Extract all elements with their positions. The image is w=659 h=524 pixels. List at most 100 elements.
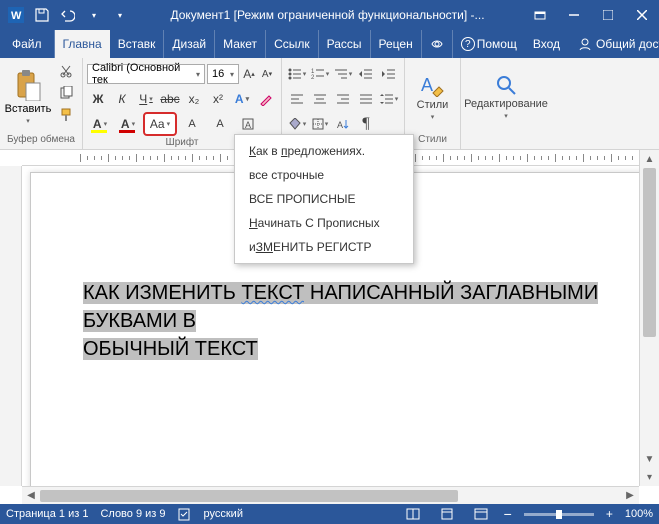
title-bar: W ▾ ▾ Документ1 [Режим ограниченной функ… [0,0,659,30]
strike-button[interactable]: abc [159,89,181,109]
underline-button[interactable]: Ч▾ [135,89,157,109]
svg-text:A: A [245,120,251,130]
align-center-icon[interactable] [309,89,331,109]
tab-layout[interactable]: Макет [215,30,266,58]
paste-label: Вставить [5,103,52,115]
document-text[interactable]: КАК ИЗМЕНИТЬ ТЕКСТ НАПИСАННЫЙ ЗАГЛАВНЫМИ… [83,279,609,363]
copy-icon[interactable] [56,84,76,102]
styles-button[interactable]: A Стили ▾ [417,60,449,133]
sort-icon[interactable]: A [332,114,354,134]
vertical-ruler[interactable] [0,166,22,486]
scroll-up-icon[interactable]: ▲ [640,150,659,168]
tab-home[interactable]: Главна [55,30,110,58]
justify-icon[interactable] [355,89,377,109]
status-words[interactable]: Слово 9 из 9 [100,508,165,520]
horizontal-scrollbar[interactable]: ◀ ▶ [22,486,639,504]
status-page[interactable]: Страница 1 из 1 [6,508,88,520]
paste-button[interactable]: Вставить ▾ [4,60,52,133]
multilevel-button[interactable]: ▾ [332,64,354,84]
scroll-down-icon[interactable]: ▼ [640,450,659,468]
web-layout-icon[interactable] [470,506,492,522]
print-layout-icon[interactable] [436,506,458,522]
case-upper[interactable]: ВСЕ ПРОПИСНЫЕ [235,187,413,211]
editing-button[interactable]: Редактирование ▾ [464,60,548,133]
format-painter-icon[interactable] [56,106,76,124]
grow-font-icon[interactable]: A▴ [241,64,257,84]
lightbulb-icon: ? [461,37,475,51]
quick-access-toolbar: W ▾ ▾ [0,3,132,27]
font-color-button[interactable]: А▾ [115,114,141,134]
case-capitalize[interactable]: Начинать С Прописных [235,211,413,235]
zoom-slider[interactable] [524,513,594,516]
redo-icon[interactable]: ▾ [82,3,106,27]
tab-insert[interactable]: Вставк [110,30,165,58]
tab-file[interactable]: Файл [0,30,55,58]
decrease-indent-icon[interactable] [355,64,377,84]
show-marks-icon[interactable]: ¶ [355,114,377,134]
zoom-knob[interactable] [556,510,562,519]
superscript-button[interactable]: x² [207,89,229,109]
case-lower[interactable]: все строчные [235,163,413,187]
save-icon[interactable] [30,3,54,27]
increase-indent-icon[interactable] [378,64,400,84]
case-toggle[interactable]: иЗМЕНИТЬ РЕГИСТР [235,235,413,259]
borders-button[interactable]: ▾ [309,114,331,134]
group-editing: Редактирование ▾ [461,58,551,149]
zoom-in-button[interactable]: + [606,507,613,521]
change-case-button[interactable]: Aa▾ [143,112,177,136]
close-icon[interactable] [625,0,659,30]
scroll-right-icon[interactable]: ▶ [621,490,639,501]
tab-tell-me[interactable]: ?Помощ [453,30,525,58]
status-language[interactable]: русский [204,508,243,520]
zoom-out-button[interactable]: − [504,506,512,522]
maximize-icon[interactable] [591,0,625,30]
align-right-icon[interactable] [332,89,354,109]
zoom-level[interactable]: 100% [625,508,653,520]
clear-formatting-icon[interactable] [255,89,277,109]
read-mode-icon[interactable] [402,506,424,522]
vertical-scrollbar[interactable]: ▲ ▼ ▾ [639,150,659,486]
tab-design[interactable]: Дизай [164,30,215,58]
cut-icon[interactable] [56,62,76,80]
minimize-icon[interactable] [557,0,591,30]
italic-button[interactable]: К [111,89,133,109]
line-spacing-icon[interactable]: ▾ [378,89,400,109]
tell-me-label: Помощ [477,37,517,51]
group-clipboard: Вставить ▾ Буфер обмена [0,58,83,149]
scroll-thumb-v[interactable] [643,168,656,337]
signin-link[interactable]: Вход [525,30,568,58]
ribbon-display-icon[interactable] [523,0,557,30]
window-controls [523,0,659,30]
status-proofing-icon[interactable] [178,507,192,521]
bold-button[interactable]: Ж [87,89,109,109]
text-effects-button[interactable]: A▾ [231,89,253,109]
undo-icon[interactable] [56,3,80,27]
highlight-color-button[interactable]: A▾ [87,114,113,134]
char-shading-a2[interactable]: A [207,114,233,134]
shrink-font-icon[interactable]: A▾ [259,64,275,84]
char-shading-a1[interactable]: A [179,114,205,134]
browse-object-icon[interactable]: ▾ [640,468,659,486]
bullets-button[interactable]: ▾ [286,64,308,84]
case-sentence[interactable]: Как в предложениях. [235,139,413,163]
tab-mailings[interactable]: Рассы [319,30,371,58]
scroll-thumb-h[interactable] [40,490,458,502]
status-bar: Страница 1 из 1 Слово 9 из 9 русский − +… [0,504,659,524]
share-button[interactable]: Общий доступ [568,30,659,58]
shading-button[interactable]: ▾ [286,114,308,134]
char-border-button[interactable]: A [235,114,261,134]
tab-references[interactable]: Ссылк [266,30,319,58]
tab-view[interactable] [422,30,453,58]
numbering-button[interactable]: 12▾ [309,64,331,84]
font-name-combo[interactable]: Calibri (Основной тек▾ [87,64,205,84]
person-icon [578,37,592,51]
font-size-combo[interactable]: 16▾ [207,64,239,84]
subscript-button[interactable]: x₂ [183,89,205,109]
word-icon[interactable]: W [4,3,28,27]
font-name-value: Calibri (Основной тек [92,62,196,86]
align-left-icon[interactable] [286,89,308,109]
scroll-left-icon[interactable]: ◀ [22,490,40,501]
qat-customize-icon[interactable]: ▾ [108,3,132,27]
tab-review[interactable]: Рецен [371,30,422,58]
styles-label: Стили [417,99,449,111]
